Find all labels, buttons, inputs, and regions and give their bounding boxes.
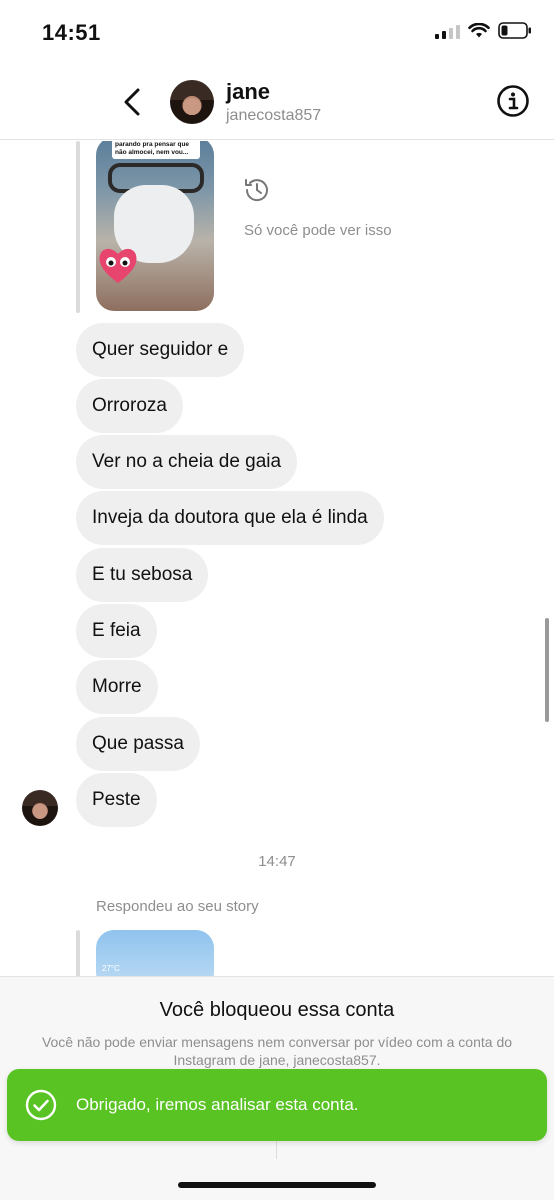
wifi-icon bbox=[468, 22, 490, 37]
story-reply-thumbnail[interactable]: 27°C bbox=[96, 930, 214, 976]
message-timestamp: 14:47 bbox=[258, 853, 296, 870]
scrollbar-thumb[interactable] bbox=[545, 618, 549, 722]
message-bubble[interactable]: E feia bbox=[76, 604, 157, 658]
message-bubble[interactable]: Peste bbox=[76, 773, 157, 827]
story-caption: parando pra pensar que não almocei, nem … bbox=[112, 141, 200, 159]
message-bubble[interactable]: Orroroza bbox=[76, 379, 183, 433]
reply-indicator-bar bbox=[76, 930, 80, 976]
profile-avatar[interactable] bbox=[170, 80, 214, 124]
profile-name[interactable]: jane bbox=[226, 79, 270, 105]
message-bubble[interactable]: Que passa bbox=[76, 717, 200, 771]
confirmation-toast[interactable]: Obrigado, iremos analisar esta conta. bbox=[7, 1069, 547, 1141]
story-reply-thumbnail[interactable]: parando pra pensar que não almocei, nem … bbox=[96, 141, 214, 311]
profile-username[interactable]: janecosta857 bbox=[226, 107, 321, 125]
story-temperature: 27°C bbox=[102, 964, 120, 973]
cellular-signal-icon bbox=[435, 23, 460, 39]
status-time: 14:51 bbox=[42, 20, 101, 45]
status-bar: 14:51 bbox=[0, 0, 554, 64]
info-icon[interactable] bbox=[496, 84, 530, 118]
status-icons bbox=[435, 22, 532, 39]
visibility-notice: Só você pode ver isso bbox=[244, 222, 392, 239]
back-arrow-icon[interactable] bbox=[118, 82, 148, 122]
history-icon bbox=[245, 179, 268, 202]
message-bubble[interactable]: Morre bbox=[76, 660, 158, 714]
check-circle-icon bbox=[25, 1089, 57, 1121]
message-bubble[interactable]: E tu sebosa bbox=[76, 548, 209, 602]
message-bubble[interactable]: Inveja da doutora que ela é linda bbox=[76, 491, 384, 545]
blocked-description: Você não pode enviar mensagens nem conve… bbox=[41, 1034, 513, 1068]
sender-avatar[interactable] bbox=[22, 790, 58, 826]
message-bubble[interactable]: Ver no a cheia de gaia bbox=[76, 435, 298, 489]
message-thread[interactable]: parando pra pensar que não almocei, nem … bbox=[0, 141, 554, 976]
replied-to-story-label: Respondeu ao seu story bbox=[96, 898, 259, 915]
toast-message: Obrigado, iremos analisar esta conta. bbox=[76, 1095, 359, 1114]
battery-icon bbox=[498, 22, 531, 39]
home-indicator[interactable] bbox=[178, 1182, 376, 1188]
message-bubble[interactable]: Quer seguidor e bbox=[76, 323, 245, 377]
heart-sticker-icon bbox=[99, 248, 137, 283]
blocked-title: Você bloqueou essa conta bbox=[159, 999, 395, 1021]
chat-header: jane janecosta857 bbox=[0, 64, 554, 140]
reply-indicator-bar bbox=[76, 141, 80, 313]
